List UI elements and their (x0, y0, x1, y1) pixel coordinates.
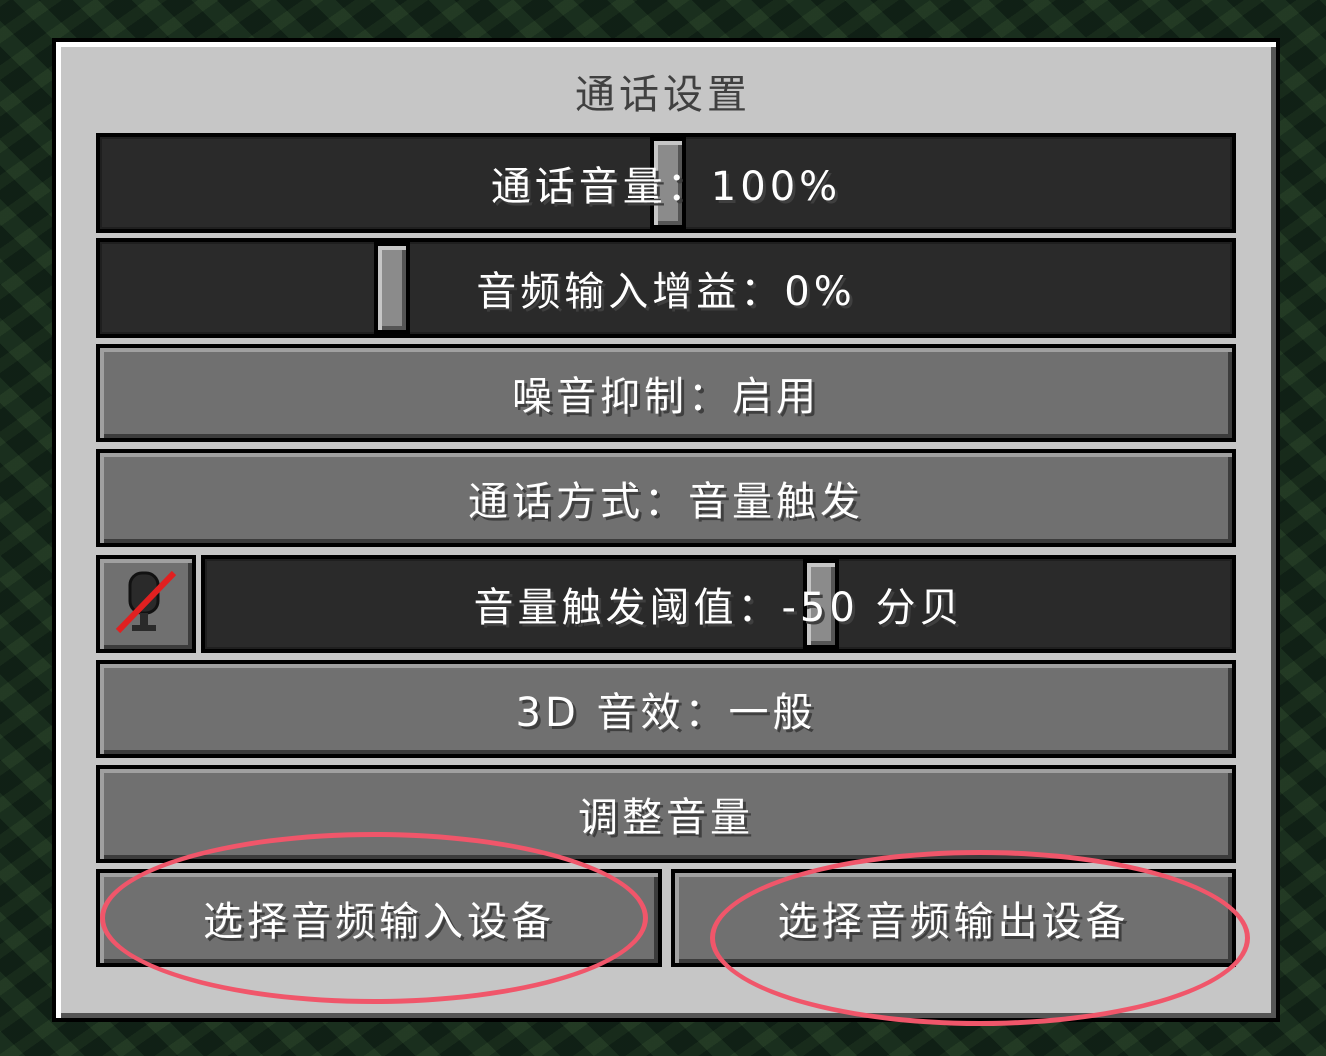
slider-label: 音频输入增益：0% (476, 269, 856, 315)
adjust-volume-button[interactable]: 调整音量 (96, 765, 1236, 863)
page-title: 通话设置 (575, 72, 751, 118)
button-label: 选择音频输入设备 (203, 899, 555, 945)
button-label: 选择音频输出设备 (777, 899, 1130, 945)
call-mode-button[interactable]: 通话方式：音量触发 (96, 449, 1236, 547)
button-label: 调整音量 (578, 795, 754, 841)
mic-test-button[interactable] (96, 555, 196, 653)
mic-off-icon (115, 570, 177, 634)
activation-threshold-slider[interactable]: 音量触发阈值：-50 分贝 (201, 555, 1236, 653)
slider-label: 通话音量：100% (490, 164, 842, 210)
mic-gain-slider[interactable]: 音频输入增益：0% (96, 238, 1236, 338)
button-label: 3D 音效：一般 (515, 690, 817, 736)
call-volume-slider[interactable]: 通话音量：100% (96, 133, 1236, 233)
select-output-device-button[interactable]: 选择音频输出设备 (671, 869, 1236, 967)
noise-suppression-button[interactable]: 噪音抑制：启用 (96, 344, 1236, 442)
button-label: 通话方式：音量触发 (468, 479, 864, 525)
3d-sound-button[interactable]: 3D 音效：一般 (96, 660, 1236, 758)
slider-label: 音量触发阈值：-50 分贝 (473, 585, 964, 631)
button-label: 噪音抑制：启用 (512, 374, 820, 420)
select-input-device-button[interactable]: 选择音频输入设备 (96, 869, 662, 967)
